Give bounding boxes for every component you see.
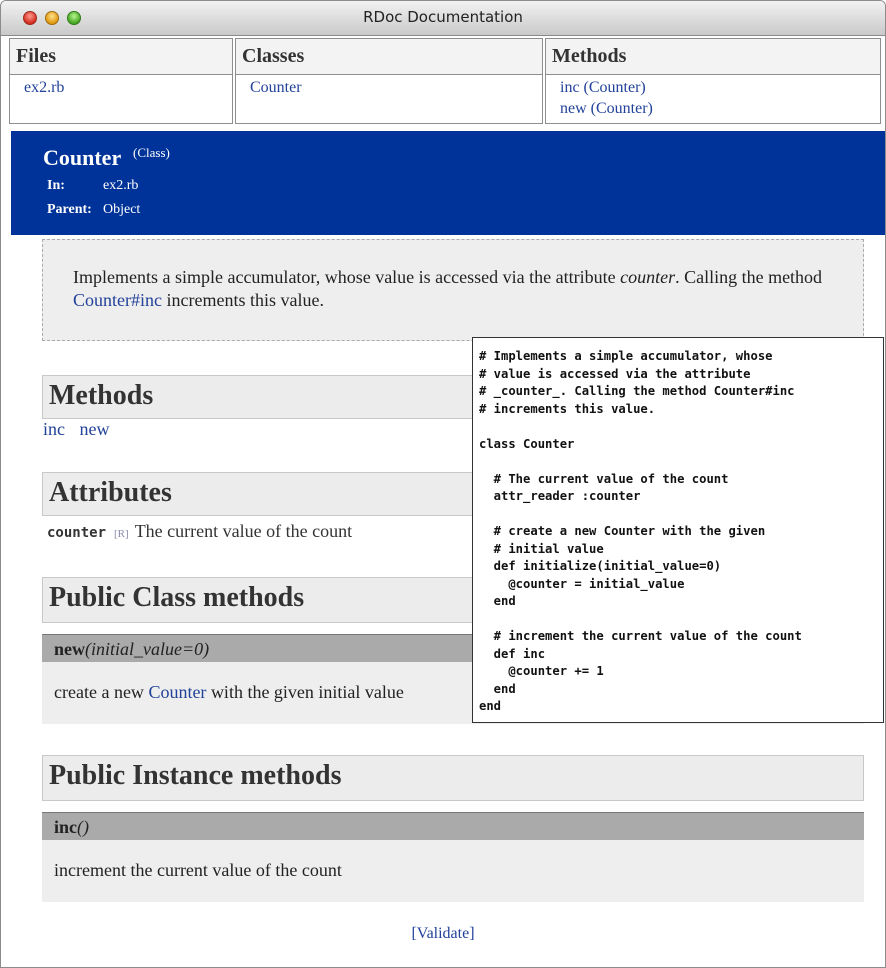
browser-window: RDoc Documentation Files ex2.rb Classes …	[0, 0, 886, 968]
methods-link-inc[interactable]: inc	[43, 419, 65, 439]
method-signature-inc: inc()	[42, 812, 864, 840]
index-frames: Files ex2.rb Classes Counter Methods inc…	[9, 38, 881, 124]
title-bar[interactable]: RDoc Documentation	[1, 1, 885, 36]
methods-link-new[interactable]: new	[80, 419, 110, 439]
methods-frame-heading: Methods	[546, 39, 880, 75]
parent-label: Parent:	[47, 202, 92, 217]
new-desc-text-2: with the given initial value	[206, 682, 404, 702]
attribute-name: counter	[47, 525, 107, 541]
window-title: RDoc Documentation	[363, 8, 523, 26]
class-description: Implements a simple accumulator, whose v…	[42, 239, 864, 341]
attribute-rw-badge: [R]	[114, 528, 129, 540]
files-frame: Files ex2.rb	[9, 38, 233, 124]
source-code: # Implements a simple accumulator, whose…	[479, 349, 802, 713]
methods-heading-text: Methods	[49, 380, 154, 411]
public-class-methods-heading-text: Public Class methods	[49, 582, 305, 613]
methods-frame: Methods inc (Counter) new (Counter)	[545, 38, 881, 124]
class-name: Counter	[43, 145, 122, 170]
source-code-overlay: # Implements a simple accumulator, whose…	[472, 337, 884, 723]
classes-frame: Classes Counter	[235, 38, 543, 124]
new-desc-counter-link[interactable]: Counter	[148, 682, 206, 702]
method-description-inc: increment the current value of the count	[42, 840, 864, 902]
attributes-heading-text: Attributes	[49, 477, 172, 508]
classes-frame-heading: Classes	[236, 39, 542, 75]
in-file-value: ex2.rb	[103, 178, 139, 193]
method-name-new: new	[54, 639, 85, 659]
attribute-description: The current value of the count	[134, 521, 353, 541]
new-desc-text: create a new	[54, 682, 149, 702]
class-banner: Counter (Class) In: ex2.rb Parent: Object	[11, 131, 885, 235]
method-args-inc: ()	[77, 817, 90, 837]
inc-desc-text: increment the current value of the count	[54, 860, 342, 880]
in-label: In:	[47, 178, 65, 193]
in-file-row: In: ex2.rb	[47, 178, 138, 194]
class-type-label: (Class)	[133, 145, 170, 160]
public-instance-methods-heading-text: Public Instance methods	[49, 760, 342, 791]
description-text-3: increments this value.	[161, 290, 324, 310]
public-instance-methods-heading: Public Instance methods	[42, 755, 864, 801]
validate-link-container: [Validate]	[1, 925, 885, 943]
method-link-new[interactable]: new (Counter)	[560, 98, 880, 119]
class-link-counter[interactable]: Counter	[250, 77, 542, 98]
method-args-new: (initial_value=0)	[85, 639, 210, 659]
methods-link-list: inc new	[43, 419, 120, 440]
parent-row: Parent: Object	[47, 202, 140, 218]
description-text: Implements a simple accumulator, whose v…	[73, 267, 621, 287]
files-frame-heading: Files	[10, 39, 232, 75]
description-method-link[interactable]: Counter#inc	[73, 290, 162, 310]
method-name-inc: inc	[54, 817, 78, 837]
attribute-row: counter [R] The current value of the count	[47, 521, 352, 542]
parent-value: Object	[103, 202, 141, 217]
file-link-ex2[interactable]: ex2.rb	[24, 77, 232, 98]
description-attr: counter	[620, 267, 676, 287]
description-text-2: . Calling the method	[675, 267, 823, 287]
method-link-inc[interactable]: inc (Counter)	[560, 77, 880, 98]
validate-link[interactable]: [Validate]	[411, 925, 474, 942]
